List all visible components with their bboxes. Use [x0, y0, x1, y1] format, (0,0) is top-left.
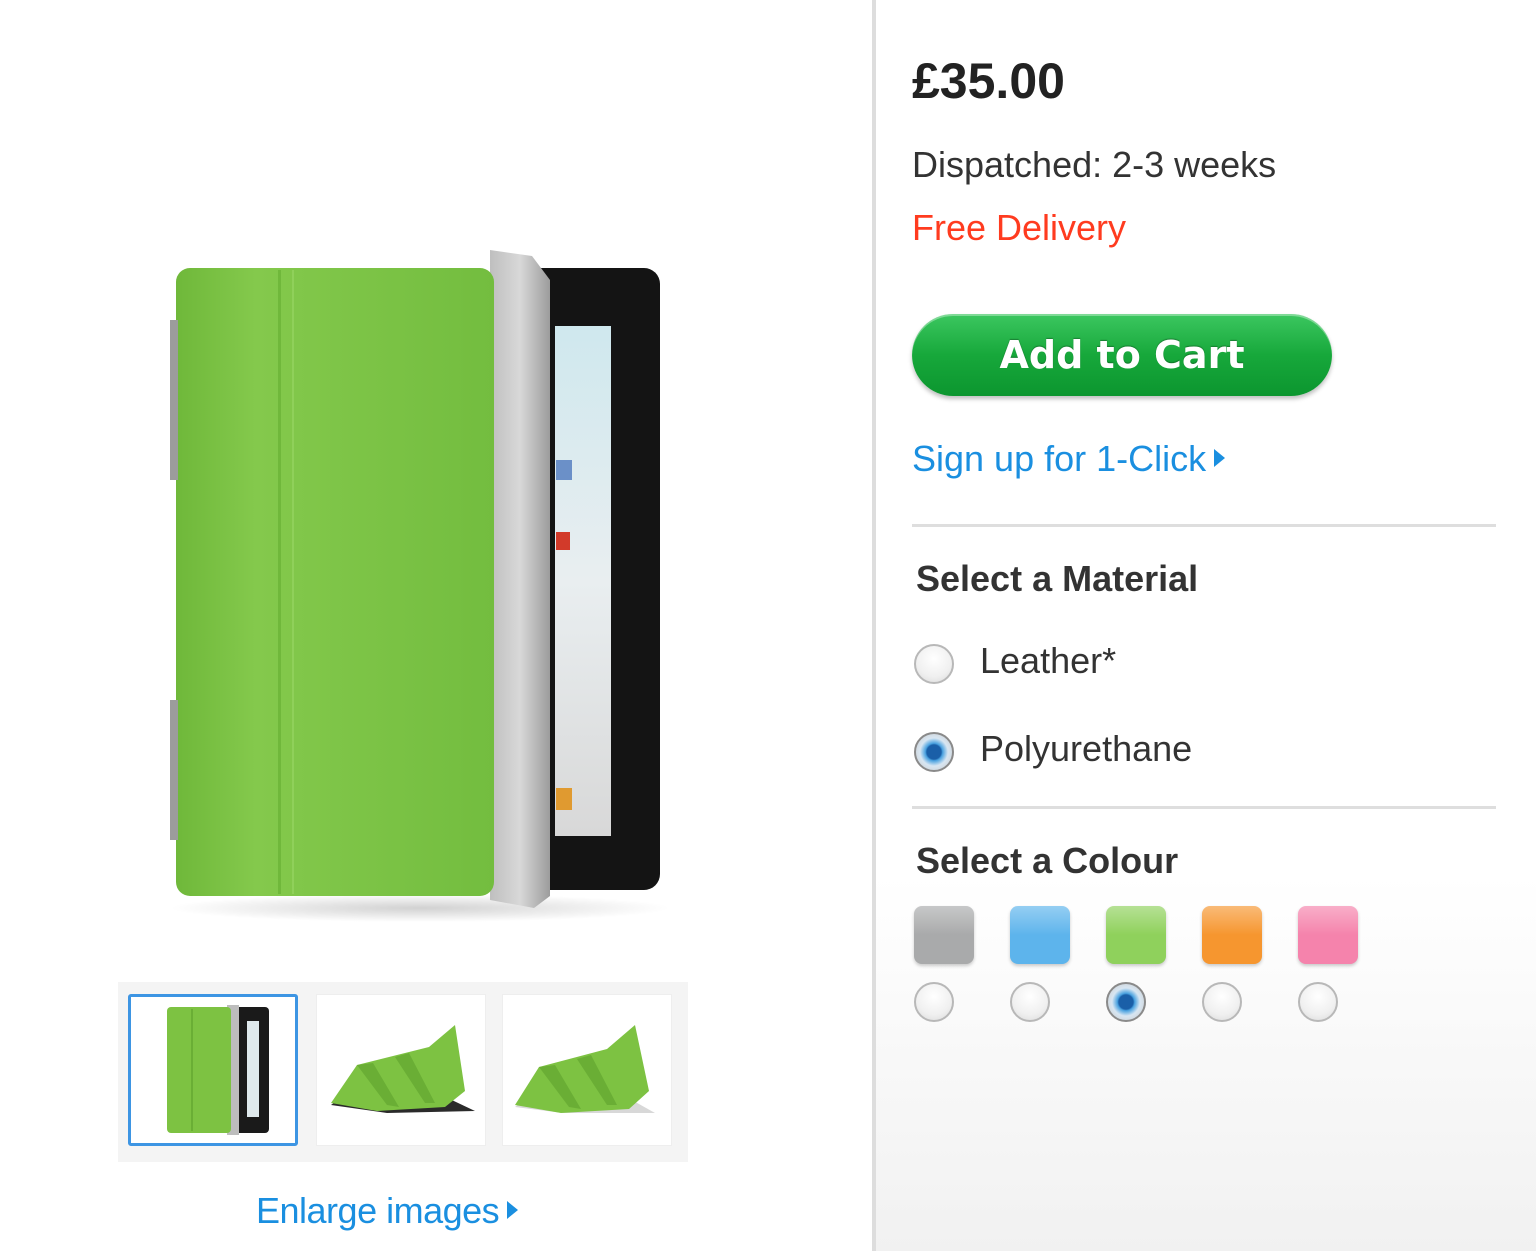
material-label-polyurethane[interactable]: Polyurethane: [980, 728, 1192, 770]
colour-radio-pink[interactable]: [1298, 982, 1338, 1022]
one-click-label: Sign up for 1-Click: [912, 438, 1207, 479]
colour-radio-grey[interactable]: [914, 982, 954, 1022]
chevron-right-icon: [507, 1201, 519, 1220]
purchase-panel: £35.00 Dispatched: 2-3 weeks Free Delive…: [872, 0, 1536, 1251]
dispatch-time: Dispatched: 2-3 weeks: [912, 144, 1277, 185]
colour-swatch-green[interactable]: [1106, 906, 1166, 964]
material-radio-leather[interactable]: [914, 644, 954, 684]
colour-swatch-orange[interactable]: [1202, 906, 1262, 964]
material-label-leather[interactable]: Leather*: [980, 640, 1116, 682]
divider: [912, 806, 1496, 809]
add-to-cart-button[interactable]: Add to Cart: [912, 314, 1332, 396]
thumbnail-front[interactable]: [128, 994, 298, 1146]
product-image: [150, 240, 680, 930]
thumbnail-stand[interactable]: [316, 994, 486, 1146]
enlarge-images-label: Enlarge images: [256, 1190, 500, 1231]
colour-swatch-pink[interactable]: [1298, 906, 1358, 964]
chevron-right-icon: [1214, 449, 1226, 468]
colour-radio-orange[interactable]: [1202, 982, 1242, 1022]
free-delivery-label: Free Delivery: [912, 207, 1127, 248]
enlarge-images-link[interactable]: Enlarge images: [256, 1190, 519, 1232]
colour-radio-blue[interactable]: [1010, 982, 1050, 1022]
price: £35.00: [912, 53, 1065, 109]
thumbnail-stand-alt[interactable]: [502, 994, 672, 1146]
material-heading: Select a Material: [916, 558, 1199, 599]
image-gallery: [118, 982, 688, 1162]
colour-heading: Select a Colour: [916, 840, 1179, 881]
one-click-signup-link[interactable]: Sign up for 1-Click: [912, 438, 1226, 480]
colour-swatch-grey[interactable]: [914, 906, 974, 964]
colour-radio-green[interactable]: [1106, 982, 1146, 1022]
colour-swatch-blue[interactable]: [1010, 906, 1070, 964]
divider: [912, 524, 1496, 527]
material-radio-polyurethane[interactable]: [914, 732, 954, 772]
